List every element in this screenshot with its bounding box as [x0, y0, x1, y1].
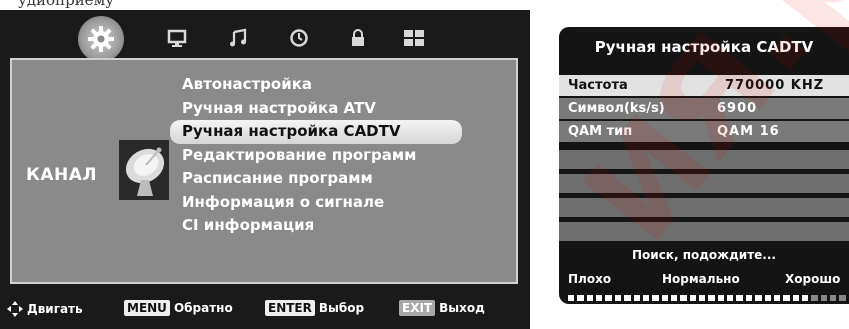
- monitor-icon: [167, 29, 187, 47]
- field-frequency[interactable]: Частота 770000 KHZ: [559, 75, 849, 96]
- signal-quality-segment: [708, 295, 715, 301]
- hint-back-label: Обратно: [173, 301, 233, 315]
- signal-quality-segment: [652, 295, 659, 301]
- signal-quality-segment: [830, 295, 837, 301]
- empty-row: [559, 222, 849, 241]
- symbol-rate-value: 6900: [717, 101, 758, 116]
- signal-quality-segment: [586, 295, 594, 301]
- signal-quality-segment: [764, 295, 771, 301]
- key-hint-bar: Двигать MENU Обратно ENTER Выбор EXIT Вы…: [0, 298, 530, 322]
- signal-quality-segment: [642, 295, 650, 301]
- frequency-value: 770000 KHZ: [725, 78, 825, 93]
- signal-quality-segment: [689, 295, 697, 301]
- tab-setup[interactable]: [397, 21, 431, 55]
- menu-item-manual-atv[interactable]: Ручная настройка ATV: [170, 97, 470, 121]
- menu-item-schedule[interactable]: Расписание программ: [170, 167, 470, 191]
- empty-row: [559, 150, 849, 169]
- empty-row: [559, 174, 849, 193]
- tuning-fields: Частота 770000 KHZ Символ(ks/s) 6900 QAM…: [559, 75, 849, 144]
- satellite-dish-icon: [119, 140, 169, 200]
- hint-move-label: Двигать: [27, 302, 83, 316]
- signal-quality-segment: [801, 295, 809, 301]
- field-qam-type[interactable]: QAM тип QAM 16: [559, 121, 849, 142]
- signal-quality-segment: [839, 295, 846, 301]
- signal-quality-segment: [792, 295, 799, 301]
- hint-menu: MENU Обратно: [124, 300, 233, 316]
- signal-quality-segment: [568, 295, 575, 301]
- tab-picture[interactable]: [160, 21, 194, 55]
- category-label: КАНАЛ: [26, 165, 98, 185]
- panel-title: Ручная настройка CADTV: [594, 38, 814, 56]
- empty-field-rows: [559, 150, 849, 246]
- signal-quality-segment: [773, 295, 781, 301]
- signal-quality-segment: [596, 295, 603, 301]
- signal-quality-segment: [605, 295, 612, 301]
- signal-quality-segment: [727, 295, 734, 301]
- signal-quality-segment: [624, 295, 631, 301]
- field-symbol-rate[interactable]: Символ(ks/s) 6900: [559, 98, 849, 119]
- arrows-icon: [7, 301, 23, 317]
- signal-quality-segment: [736, 295, 743, 301]
- menu-item-auto-tune[interactable]: Автонастройка: [170, 73, 470, 97]
- signal-quality-segment: [820, 295, 828, 301]
- grid-icon: [404, 30, 424, 46]
- signal-quality-segment: [755, 295, 762, 301]
- symbol-rate-label: Символ(ks/s): [568, 101, 665, 116]
- signal-quality-bar: [568, 295, 846, 302]
- signal-quality-segment: [633, 295, 640, 301]
- signal-quality-segment: [783, 295, 790, 301]
- clock-icon: [290, 29, 308, 47]
- menu-item-ci-info[interactable]: CI информация: [170, 214, 470, 238]
- search-status: Поиск, подождите...: [632, 248, 776, 262]
- menu-key[interactable]: MENU: [124, 300, 170, 316]
- qam-type-label: QAM тип: [568, 124, 633, 139]
- signal-quality-segment: [661, 295, 668, 301]
- exit-key[interactable]: EXIT: [399, 300, 436, 316]
- music-note-icon: [230, 28, 247, 47]
- hint-exit: EXIT Выход: [399, 300, 485, 316]
- signal-quality-segment: [670, 295, 678, 301]
- menu-item-manual-cadtv[interactable]: Ручная настройка CADTV: [170, 120, 462, 144]
- empty-row: [559, 198, 849, 217]
- channel-menu-list: Автонастройка Ручная настройка ATV Ручна…: [170, 73, 470, 238]
- hint-exit-label: Выход: [439, 301, 485, 315]
- signal-quality-segment: [745, 295, 753, 301]
- signal-quality-segment: [699, 295, 706, 301]
- menu-item-program-edit[interactable]: Редактирование программ: [170, 144, 470, 168]
- tab-lock[interactable]: [341, 21, 375, 55]
- qam-type-value: QAM 16: [717, 124, 780, 139]
- quality-poor-label: Плохо: [568, 272, 612, 286]
- gear-icon: [88, 26, 114, 52]
- hint-select-label: Выбор: [318, 301, 365, 315]
- menu-item-signal-info[interactable]: Информация о сигнале: [170, 191, 470, 215]
- tab-time[interactable]: [282, 21, 316, 55]
- channel-menu-area: КАНАЛ Автонастройка Ручная настройка ATV…: [10, 58, 518, 284]
- quality-good-label: Хорошо: [785, 272, 841, 286]
- signal-quality-segment: [577, 295, 584, 301]
- signal-quality-segment: [614, 295, 622, 301]
- tab-sound[interactable]: [221, 21, 255, 55]
- tab-settings[interactable]: [78, 16, 124, 62]
- frequency-label: Частота: [568, 78, 628, 93]
- manual-cadtv-panel: Ручная настройка CADTV Частота 770000 KH…: [559, 27, 849, 304]
- enter-key[interactable]: ENTER: [265, 300, 315, 316]
- hint-move: Двигать: [6, 300, 83, 318]
- hint-enter: ENTER Выбор: [265, 300, 364, 316]
- lock-icon: [352, 29, 364, 46]
- channel-menu-panel: КАНАЛ Автонастройка Ручная настройка ATV…: [0, 10, 530, 329]
- signal-quality-segment: [811, 295, 818, 301]
- page-top-text: удиоприему: [18, 0, 115, 9]
- quality-normal-label: Нормально: [662, 272, 740, 286]
- signal-quality-segment: [717, 295, 725, 301]
- signal-quality-segment: [680, 295, 687, 301]
